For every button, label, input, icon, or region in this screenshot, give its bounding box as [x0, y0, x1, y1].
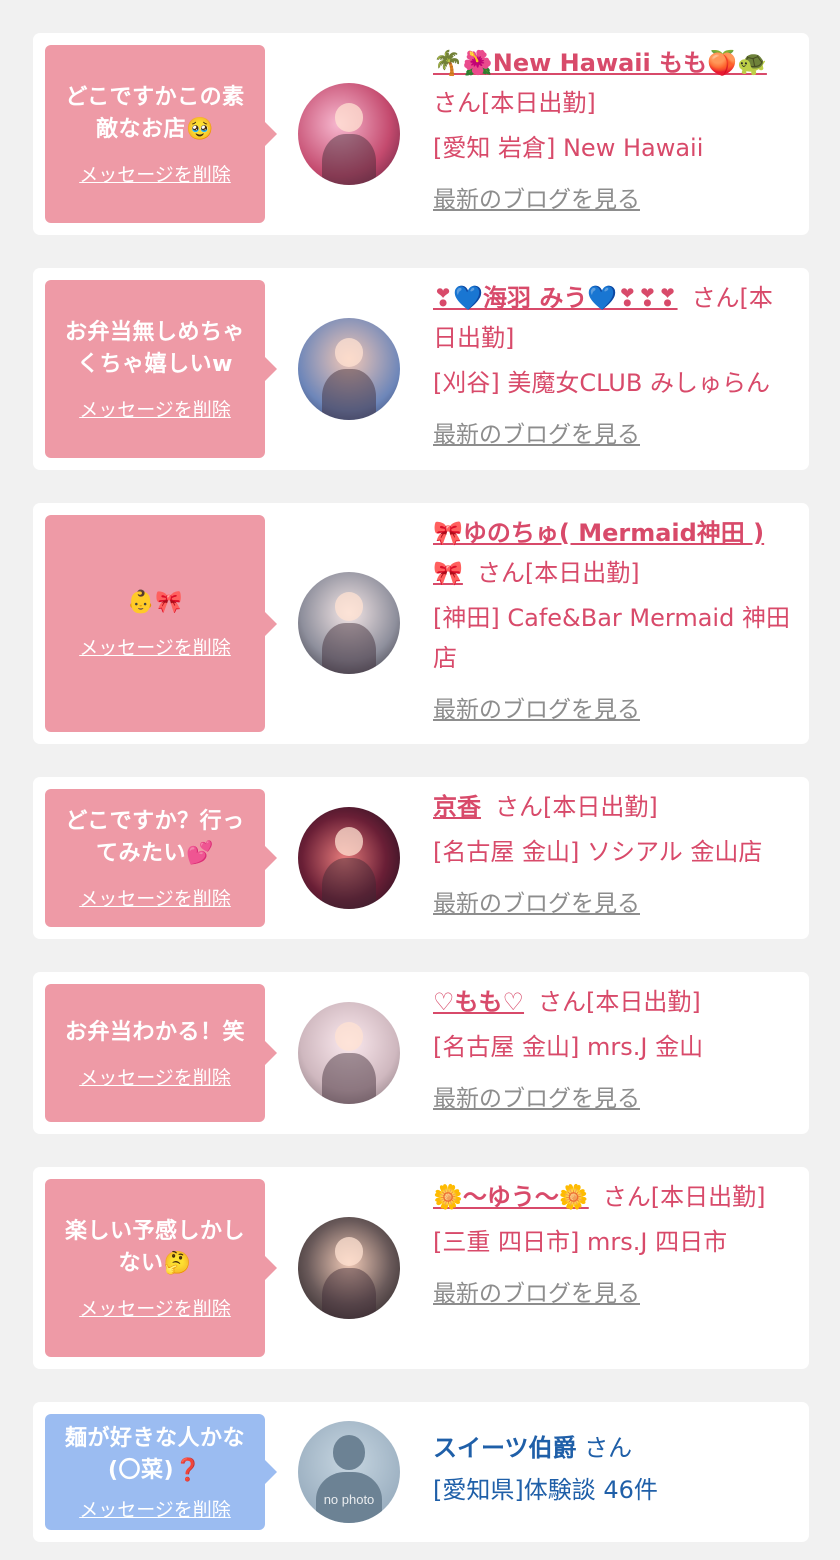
message-card: 楽しい予感しかしない🤔 メッセージを削除 🌼〜ゆう〜🌼 さん[本日出勤] [三重 …	[33, 1167, 809, 1369]
cast-info: ❣💙海羽 みう💙❣❣❣ さん[本日出勤] [刈谷] 美魔女CLUB みしゅらん 最…	[433, 278, 791, 455]
delete-message-link[interactable]: メッセージを削除	[79, 1063, 231, 1090]
avatar-photo	[334, 1022, 364, 1051]
person-silhouette-icon	[332, 1435, 366, 1470]
avatar-photo-body	[322, 858, 376, 909]
avatar-photo-body	[322, 1268, 376, 1319]
message-card: どこですかこの素敵なお店🥹 メッセージを削除 🌴🌺New Hawaii もも🍑🐢…	[33, 33, 809, 235]
cast-name-link[interactable]: 🌴🌺New Hawaii もも🍑🐢	[433, 49, 767, 77]
avatar-photo-body	[322, 1053, 376, 1104]
cast-status: さん[本日出勤]	[433, 89, 596, 117]
message-list: どこですかこの素敵なお店🥹 メッセージを削除 🌴🌺New Hawaii もも🍑🐢…	[0, 0, 840, 1560]
cast-name-line: 🌼〜ゆう〜🌼 さん[本日出勤]	[433, 1177, 791, 1217]
message-text: お弁当無しめちゃくちゃ嬉しいw	[64, 319, 245, 377]
shop-name: [刈谷] 美魔女CLUB みしゅらん	[433, 369, 770, 397]
message-bubble: お弁当無しめちゃくちゃ嬉しいw メッセージを削除	[45, 280, 277, 458]
message-bubble: 楽しい予感しかしない🤔 メッセージを削除	[45, 1179, 277, 1357]
shop-name: [名古屋 金山] mrs.J 金山	[433, 1033, 704, 1061]
cast-name-line: 京香 さん[本日出勤]	[433, 787, 791, 827]
message-text: 👶🎀	[127, 590, 183, 615]
avatar-photo	[334, 338, 364, 367]
shop-name: [神田] Cafe&Bar Mermaid 神田店	[433, 604, 790, 672]
cast-name-link[interactable]: 京香	[433, 793, 481, 821]
latest-blog-link[interactable]: 最新のブログを見る	[433, 690, 791, 730]
user-suffix: さん	[584, 1434, 633, 1462]
message-card: 麺が好きな人かな(〇菜)❓ メッセージを削除 no photo スイーツ伯爵 さ…	[33, 1402, 809, 1542]
avatar-photo	[334, 827, 364, 856]
user-name-link[interactable]: スイーツ伯爵	[433, 1434, 577, 1462]
message-text: お弁当わかる！笑	[64, 1019, 245, 1045]
delete-message-link[interactable]: メッセージを削除	[79, 160, 231, 187]
latest-blog-link[interactable]: 最新のブログを見る	[433, 884, 791, 924]
review-count[interactable]: [愛知県]体験談 46件	[433, 1470, 791, 1510]
latest-blog-link[interactable]: 最新のブログを見る	[433, 1079, 791, 1119]
delete-message-link[interactable]: メッセージを削除	[79, 884, 231, 911]
cast-info: 🌴🌺New Hawaii もも🍑🐢 さん[本日出勤] [愛知 岩倉] New H…	[433, 43, 791, 220]
cast-name-line: ♡もも♡ さん[本日出勤]	[433, 982, 791, 1022]
avatar[interactable]	[298, 1217, 400, 1319]
message-text: どこですかこの素敵なお店🥹	[65, 84, 245, 142]
latest-blog-link[interactable]: 最新のブログを見る	[433, 1274, 791, 1314]
message-text: 麺が好きな人かな(〇菜)❓	[64, 1425, 245, 1483]
shop-name: [名古屋 金山] ソシアル 金山店	[433, 838, 763, 866]
avatar-photo-body	[322, 369, 376, 420]
avatar-photo-body	[322, 134, 376, 185]
avatar-photo	[334, 592, 364, 621]
latest-blog-link[interactable]: 最新のブログを見る	[433, 180, 791, 220]
shop-name: [愛知 岩倉] New Hawaii	[433, 134, 704, 162]
avatar-photo	[334, 103, 364, 132]
cast-info: スイーツ伯爵 さん [愛知県]体験談 46件	[433, 1428, 791, 1510]
message-card: どこですか？行ってみたい💕 メッセージを削除 京香 さん[本日出勤] [名古屋 金…	[33, 777, 809, 939]
cast-info: 京香 さん[本日出勤] [名古屋 金山] ソシアル 金山店 最新のブログを見る	[433, 787, 791, 924]
latest-blog-link[interactable]: 最新のブログを見る	[433, 415, 791, 455]
delete-message-link[interactable]: メッセージを削除	[79, 395, 231, 422]
avatar[interactable]	[298, 572, 400, 674]
message-card: お弁当わかる！笑 メッセージを削除 ♡もも♡ さん[本日出勤] [名古屋 金山] …	[33, 972, 809, 1134]
avatar[interactable]	[298, 318, 400, 420]
cast-status: さん[本日出勤]	[476, 559, 640, 587]
avatar[interactable]	[298, 807, 400, 909]
avatar[interactable]	[298, 1002, 400, 1104]
cast-status: さん[本日出勤]	[538, 988, 701, 1016]
avatar-photo	[334, 1237, 364, 1266]
message-text: どこですか？行ってみたい💕	[65, 808, 245, 866]
cast-name-line: ❣💙海羽 みう💙❣❣❣ さん[本日出勤]	[433, 278, 791, 358]
no-photo-label: no photo	[323, 1492, 375, 1507]
message-text: 楽しい予感しかしない🤔	[64, 1218, 245, 1276]
user-name-line: スイーツ伯爵 さん	[433, 1428, 791, 1468]
cast-name-link[interactable]: 🌼〜ゆう〜🌼	[433, 1183, 589, 1211]
cast-info: 🌼〜ゆう〜🌼 さん[本日出勤] [三重 四日市] mrs.J 四日市 最新のブログ…	[433, 1177, 791, 1314]
cast-name-line: 🌴🌺New Hawaii もも🍑🐢	[433, 43, 791, 83]
message-bubble: 👶🎀 メッセージを削除	[45, 515, 277, 732]
avatar[interactable]	[298, 83, 400, 185]
delete-message-link[interactable]: メッセージを削除	[79, 1495, 231, 1522]
message-bubble: 麺が好きな人かな(〇菜)❓ メッセージを削除	[45, 1414, 277, 1530]
cast-status: さん[本日出勤]	[602, 1183, 766, 1211]
message-bubble: どこですか？行ってみたい💕 メッセージを削除	[45, 789, 277, 927]
message-card: 👶🎀 メッセージを削除 🎀ゆのちゅ( Mermaid神田 )🎀 さん[本日出勤] …	[33, 503, 809, 744]
cast-info: 🎀ゆのちゅ( Mermaid神田 )🎀 さん[本日出勤] [神田] Cafe&Ba…	[433, 513, 791, 730]
cast-name-link[interactable]: ♡もも♡	[433, 988, 524, 1016]
cast-name-line: 🎀ゆのちゅ( Mermaid神田 )🎀 さん[本日出勤]	[433, 513, 791, 593]
cast-status: さん[本日出勤]	[495, 793, 658, 821]
shop-name: [三重 四日市] mrs.J 四日市	[433, 1228, 728, 1256]
delete-message-link[interactable]: メッセージを削除	[79, 1294, 231, 1321]
cast-name-link[interactable]: ❣💙海羽 みう💙❣❣❣	[433, 284, 678, 312]
message-bubble: お弁当わかる！笑 メッセージを削除	[45, 984, 277, 1122]
delete-message-link[interactable]: メッセージを削除	[79, 633, 231, 660]
message-bubble: どこですかこの素敵なお店🥹 メッセージを削除	[45, 45, 277, 223]
avatar-photo-body	[322, 623, 376, 674]
message-card: お弁当無しめちゃくちゃ嬉しいw メッセージを削除 ❣💙海羽 みう💙❣❣❣ さん[本…	[33, 268, 809, 470]
cast-info: ♡もも♡ さん[本日出勤] [名古屋 金山] mrs.J 金山 最新のブログを見る	[433, 982, 791, 1119]
avatar[interactable]: no photo	[298, 1421, 400, 1523]
